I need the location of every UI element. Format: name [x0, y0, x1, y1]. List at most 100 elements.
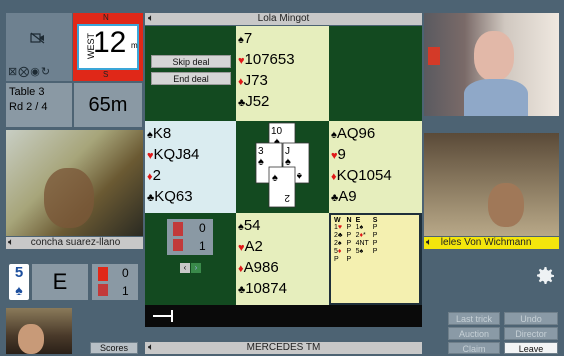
north-hand-line[interactable]: ♥107653 [238, 50, 327, 71]
east-cards: KQ1054 [336, 167, 392, 184]
auction-bid: 1♥ [334, 224, 343, 231]
north-hand-line[interactable]: ♣J52 [238, 92, 327, 113]
north-left-felt: Skip deal End deal [145, 26, 236, 121]
east-hand-line[interactable]: ♦KQ1054 [331, 166, 420, 187]
leave-button[interactable]: Leave [504, 342, 558, 354]
next-trick-button[interactable]: › [191, 263, 201, 273]
eye-icon[interactable]: ◉ [30, 66, 41, 78]
table-info-panel: Table 3 Rd 2 / 4 [6, 83, 72, 127]
speaker-icon-south[interactable]: 🔈︎ [148, 342, 154, 354]
contract-panel: 5 ♠ E 0 1 [6, 262, 142, 304]
east-hand-line[interactable]: ♥9 [331, 145, 420, 166]
gear-icon[interactable] [533, 264, 557, 288]
last-trick-button[interactable]: Last trick [448, 312, 500, 325]
south-hand-line[interactable]: ♠54 [238, 216, 327, 237]
auction-panel: W N E S 1♥ P 1♠ P 2♣ P 2♦* P 2♠ P 4NT P 5♦ P 5♠ P P P [329, 213, 422, 305]
play-slider-handle[interactable] [153, 315, 173, 317]
tricks-won-panel: 0 1 [167, 219, 213, 255]
south-left-felt: 0 1 ‹ › [145, 213, 236, 305]
auction-bid: 4NT [355, 240, 369, 247]
south-name-bar: 🔈︎ MERCEDES TM [145, 342, 422, 354]
south-hand-line[interactable]: ♦A986 [238, 258, 327, 279]
north-cards: J52 [245, 93, 270, 110]
contract-suit: ♠ [15, 282, 23, 298]
west-cards: KQJ84 [153, 146, 200, 163]
north-cards: J73 [243, 72, 268, 89]
auction-bid: 2♦* [355, 232, 366, 239]
south-hand: ♠54 ♥A2 ♦A986 ♣10874 [236, 213, 329, 305]
auction-button[interactable]: Auction [448, 327, 500, 340]
auction-bid: P [346, 240, 352, 247]
west-name: concha suarez-llano [30, 237, 121, 248]
director-button[interactable]: Director [504, 327, 558, 340]
dealer-label-north: N [103, 13, 109, 22]
speaker-icon[interactable]: 🔈︎ [8, 237, 14, 248]
west-hand-line[interactable]: ♣KQ63 [147, 187, 234, 208]
time-left-panel: 65m [74, 83, 142, 127]
north-name-bar: 🔈︎ Lola Mingot [145, 13, 422, 25]
auction-bid: P [346, 224, 352, 231]
svg-text:♠: ♠ [296, 170, 302, 181]
vulnerable-indicator: m [131, 41, 138, 50]
west-cards: KQ63 [154, 188, 193, 205]
svg-text:♠: ♠ [285, 156, 291, 168]
west-hand: ♠K8 ♥KQJ84 ♦2 ♣KQ63 [145, 121, 236, 213]
dealer-label-south: S [103, 70, 109, 79]
end-deal-button[interactable]: End deal [151, 72, 231, 85]
east-name-bar: 🔈︎ leles Von Wichmann [424, 237, 559, 249]
north-hand-line[interactable]: ♦J73 [238, 71, 327, 92]
auction-table: W N E S 1♥ P 1♠ P 2♣ P 2♦* P 2♠ P 4NT P 5♦ P 5♠ P P P [334, 217, 381, 264]
mute-icon[interactable]: ⨂ [18, 66, 30, 78]
svg-text:♠: ♠ [258, 156, 264, 168]
east-video [424, 133, 559, 236]
auction-bid: 2♣ [334, 232, 343, 239]
auction-header: W [334, 217, 341, 224]
auction-bid: P [372, 232, 378, 239]
west-hand-line[interactable]: ♠K8 [147, 124, 234, 145]
east-hand-line[interactable]: ♣A9 [331, 187, 420, 208]
south-cards: 10874 [245, 280, 287, 297]
auction-header: N [346, 217, 352, 224]
auction-bid: P [334, 256, 339, 263]
scores-button[interactable]: Scores [90, 342, 138, 354]
time-left: 65m [88, 94, 128, 116]
south-hand-line[interactable]: ♥A2 [238, 237, 327, 258]
east-name: leles Von Wichmann [440, 237, 532, 248]
east-hand: ♠AQ96 ♥9 ♦KQ1054 ♣A9 [329, 121, 422, 213]
undo-button[interactable]: Undo [504, 312, 558, 325]
north-hand-line[interactable]: ♠7 [238, 29, 327, 50]
north-name: Lola Mingot [257, 13, 310, 24]
video-off-icon[interactable] [30, 31, 46, 44]
auction-bid: P [346, 256, 352, 263]
south-cards: A2 [244, 238, 263, 255]
west-hand-line[interactable]: ♥KQJ84 [147, 145, 234, 166]
east-hand-line[interactable]: ♠AQ96 [331, 124, 420, 145]
auction-bid: 5♠ [355, 248, 364, 255]
speaker-icon-north[interactable]: 🔈︎ [148, 13, 154, 25]
east-cards: 9 [337, 146, 346, 163]
east-cards: AQ96 [336, 125, 376, 142]
west-hand-line[interactable]: ♦2 [147, 166, 234, 187]
claim-button[interactable]: Claim [448, 342, 500, 354]
ew-tricks: 1 [122, 284, 129, 298]
auction-header: S [372, 217, 378, 224]
north-cards: 107653 [244, 51, 295, 68]
refresh-icon[interactable]: ↻ [41, 66, 51, 78]
mic-off-icon[interactable]: ⊠ [8, 66, 18, 78]
skip-deal-button[interactable]: Skip deal [151, 55, 231, 68]
north-right-felt [329, 26, 422, 121]
tricks-won-ew: 1 [199, 239, 206, 253]
ns-tricks: 0 [122, 266, 129, 280]
prev-trick-button[interactable]: ‹ [180, 263, 190, 273]
south-cards: A986 [243, 259, 279, 276]
svg-text:♠: ♠ [272, 172, 278, 184]
speaker-icon-east[interactable]: 🔈︎ [426, 237, 432, 248]
south-hand-line[interactable]: ♣10874 [238, 279, 327, 300]
video-status-panel: ⊠⨂◉↻ [6, 13, 72, 81]
auction-bid [356, 256, 373, 264]
auction-bid: P [346, 248, 352, 255]
trick-card-south: 2 ♠ [268, 166, 296, 208]
declarer: E [52, 269, 68, 294]
auction-bid: P [372, 240, 378, 247]
self-video [6, 308, 72, 354]
